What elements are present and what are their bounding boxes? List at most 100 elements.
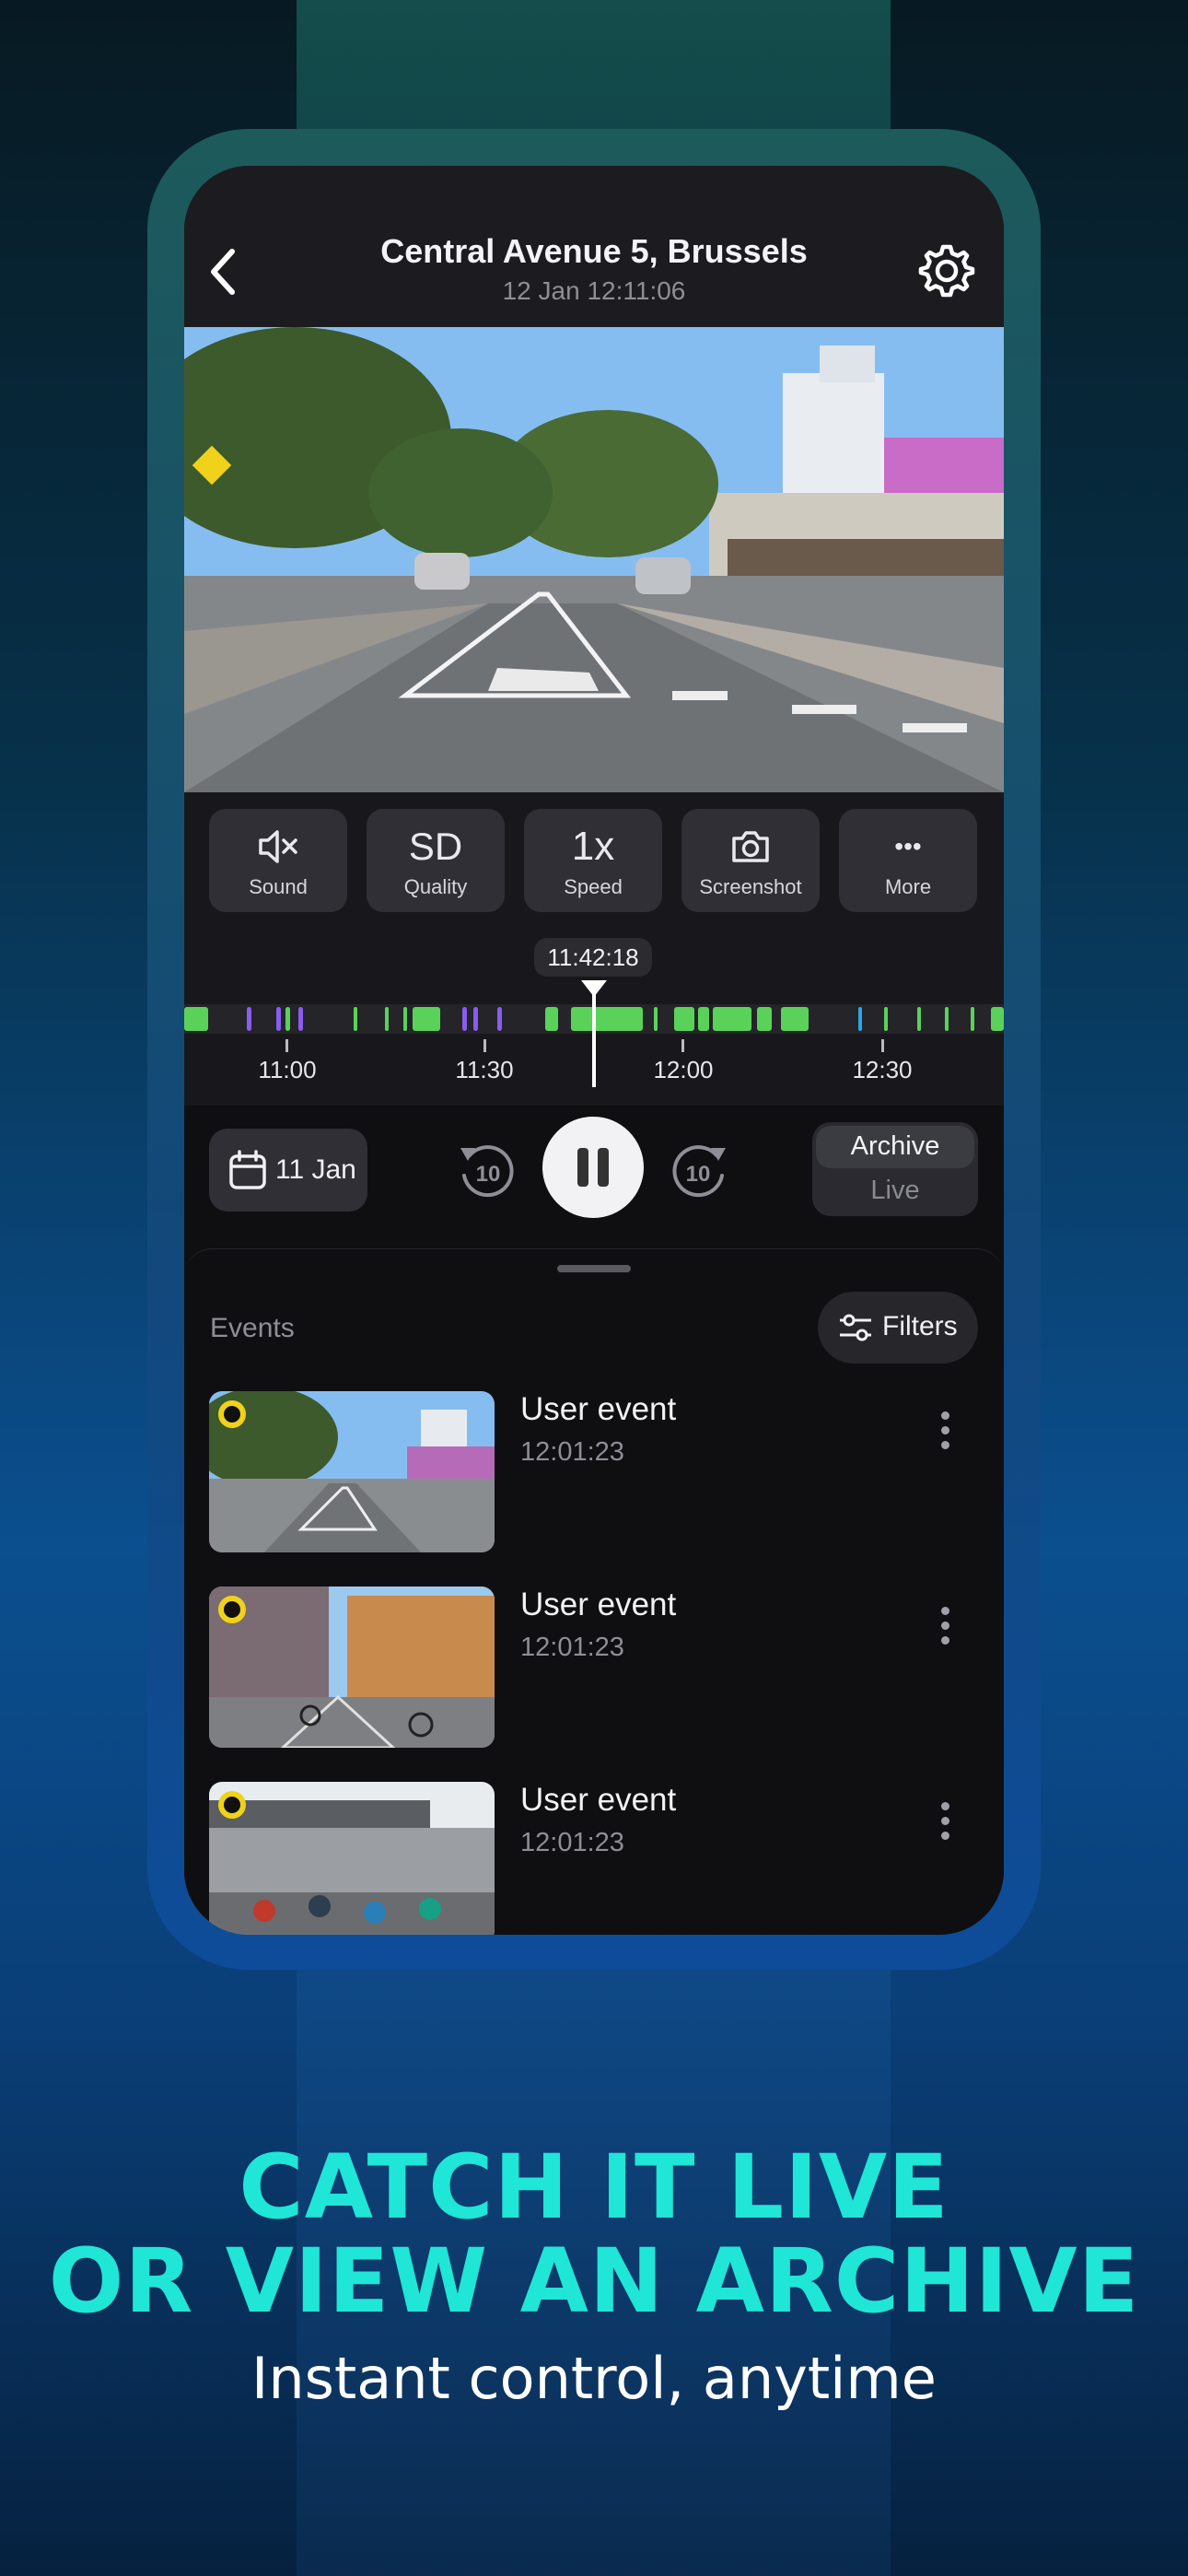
speed-label: Speed [564, 875, 623, 898]
promo-tagline: Instant control, anytime [251, 2345, 937, 2412]
archive-option[interactable]: Archive [812, 1131, 978, 1162]
more-vertical-icon[interactable] [941, 1607, 950, 1647]
playhead-marker[interactable] [581, 980, 607, 997]
sound-button[interactable]: Sound [209, 809, 347, 912]
event-title: User event [520, 1587, 677, 1622]
events-heading: Events [210, 1313, 295, 1343]
camera-timestamp: 12 Jan 12:11:06 [502, 276, 686, 305]
current-time-bubble: 11:42:18 [534, 938, 652, 977]
timeline-label: 12:00 [653, 1056, 714, 1083]
more-icon: ••• [894, 832, 922, 861]
event-segment[interactable] [462, 1007, 467, 1031]
more-vertical-icon[interactable] [941, 1802, 950, 1843]
event-thumbnail-image [209, 1782, 495, 1935]
filters-label: Filters [882, 1311, 958, 1341]
top-bar: Central Avenue 5, Brussels 12 Jan 12:11:… [184, 166, 1004, 327]
sliders-icon [840, 1314, 871, 1341]
event-segment[interactable] [654, 1007, 658, 1031]
camera-video-feed[interactable] [184, 327, 1004, 792]
live-option[interactable]: Live [812, 1176, 978, 1206]
event-title: User event [520, 1782, 677, 1818]
event-time: 12:01:23 [520, 1828, 624, 1857]
pause-icon [577, 1148, 588, 1187]
forward-label: 10 [686, 1162, 711, 1187]
screenshot-button[interactable]: Screenshot [681, 809, 820, 912]
event-thumbnail-image [209, 1587, 495, 1748]
app-screen: Central Avenue 5, Brussels 12 Jan 12:11:… [184, 166, 1004, 1935]
timeline-label: 12:30 [852, 1056, 913, 1083]
event-segment[interactable] [781, 1007, 809, 1031]
event-thumbnail-image [209, 1391, 495, 1552]
event-segment[interactable] [971, 1007, 974, 1031]
event-time: 12:01:23 [520, 1633, 624, 1662]
sound-off-icon [259, 830, 297, 863]
forward-10-icon[interactable]: 10 [665, 1135, 735, 1205]
event-segment[interactable] [184, 1007, 208, 1031]
event-type-indicator [218, 1596, 246, 1623]
event-time: 12:01:23 [520, 1437, 624, 1467]
camera-title: Central Avenue 5, Brussels [380, 232, 808, 270]
more-button[interactable]: ••• More [839, 809, 977, 912]
event-segment[interactable] [247, 1007, 251, 1031]
sheet-drag-handle[interactable] [557, 1265, 631, 1272]
quality-label: Quality [403, 875, 468, 898]
event-segment[interactable] [413, 1007, 440, 1031]
quality-indicator: SD [408, 825, 463, 868]
street-scene-image [184, 327, 1004, 792]
event-segment[interactable] [473, 1007, 478, 1031]
event-thumbnail[interactable] [209, 1782, 495, 1935]
calendar-icon [229, 1150, 266, 1189]
promo-headline-line1: CATCH IT LIVE [239, 2136, 949, 2239]
event-segment[interactable] [945, 1007, 949, 1031]
event-segment[interactable] [674, 1007, 694, 1031]
timeline-tick [483, 1039, 486, 1052]
event-segment[interactable] [884, 1007, 888, 1031]
rewind-10-icon[interactable]: 10 [451, 1135, 521, 1205]
promo-headline-line2: OR VIEW AN ARCHIVE [48, 2230, 1140, 2333]
speed-indicator: 1x [571, 824, 615, 869]
event-segment[interactable] [545, 1007, 558, 1031]
event-segment[interactable] [285, 1007, 290, 1031]
list-item[interactable]: User event 12:01:23 [184, 1782, 1004, 1935]
timeline-tick [881, 1039, 884, 1052]
event-segment[interactable] [276, 1007, 281, 1031]
event-segment[interactable] [713, 1007, 751, 1031]
event-segment[interactable] [698, 1007, 709, 1031]
gear-icon[interactable] [917, 241, 976, 300]
timeline-label: 11:00 [258, 1056, 317, 1083]
event-segment[interactable] [571, 1007, 643, 1031]
event-thumbnail[interactable] [209, 1391, 495, 1552]
quality-button[interactable]: SD Quality [367, 809, 505, 912]
timeline-label: 11:30 [455, 1056, 514, 1083]
camera-icon [732, 831, 769, 862]
event-segment[interactable] [298, 1007, 303, 1031]
speed-button[interactable]: 1x Speed [524, 809, 662, 912]
playhead[interactable] [592, 986, 596, 1087]
more-vertical-icon[interactable] [941, 1411, 950, 1452]
event-segment[interactable] [757, 1007, 772, 1031]
screenshot-label: Screenshot [699, 875, 802, 898]
rewind-label: 10 [476, 1162, 501, 1187]
event-type-indicator [218, 1791, 246, 1819]
event-segment[interactable] [385, 1007, 389, 1031]
event-segment[interactable] [858, 1007, 862, 1031]
pause-icon [598, 1148, 609, 1187]
list-item[interactable]: User event 12:01:23 [184, 1587, 1004, 1752]
event-segment[interactable] [403, 1007, 407, 1031]
date-picker-button[interactable]: 11 Jan [209, 1129, 367, 1212]
archive-live-toggle[interactable]: Archive Live [812, 1122, 978, 1216]
event-segment[interactable] [991, 1007, 1004, 1031]
event-title: User event [520, 1391, 677, 1427]
more-label: More [884, 875, 932, 898]
timeline-tick [285, 1039, 288, 1052]
list-item[interactable]: User event 12:01:23 [184, 1391, 1004, 1557]
pause-button[interactable] [542, 1117, 644, 1218]
sound-label: Sound [249, 875, 308, 898]
filters-button[interactable]: Filters [818, 1292, 978, 1364]
event-segment[interactable] [917, 1007, 921, 1031]
event-type-indicator [218, 1400, 246, 1428]
event-segment[interactable] [497, 1007, 502, 1031]
timeline-tick [681, 1039, 684, 1052]
event-thumbnail[interactable] [209, 1587, 495, 1748]
event-segment[interactable] [354, 1007, 357, 1031]
